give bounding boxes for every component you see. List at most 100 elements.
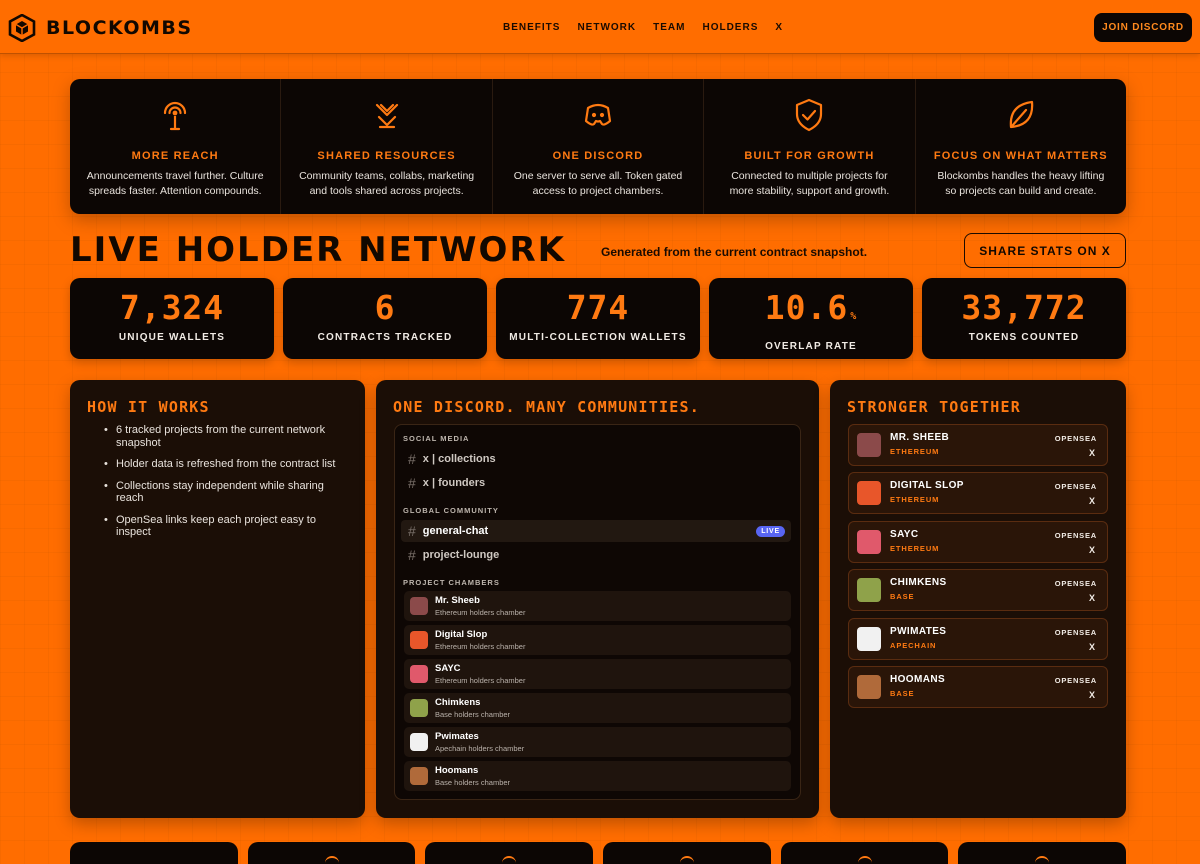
project-chain: ETHEREUM: [890, 495, 940, 504]
discord-panel: ONE DISCORD. MANY COMMUNITIES. SOCIAL ME…: [376, 380, 819, 818]
stat-label: TOKENS COUNTED: [968, 332, 1080, 343]
list-item: 6 tracked projects from the current netw…: [104, 424, 344, 449]
partial-card: [247, 842, 416, 864]
stat-card: 6 CONTRACTS TRACKED: [283, 278, 487, 359]
opensea-link[interactable]: OPENSEA: [1055, 434, 1097, 443]
chamber-name: Pwimates: [435, 731, 479, 742]
x-link[interactable]: X: [1089, 593, 1095, 603]
chamber-name: Digital Slop: [435, 629, 488, 640]
project-name: PWIMATES: [890, 626, 947, 637]
chamber-item[interactable]: SAYC Ethereum holders chamber: [404, 659, 791, 689]
x-link[interactable]: X: [1089, 496, 1095, 506]
nav-link-x[interactable]: X: [775, 22, 783, 33]
shield-check-icon: [796, 98, 823, 132]
project-card: SAYC ETHEREUM OPENSEA X: [848, 521, 1108, 563]
stat-card: 774 MULTI-COLLECTION WALLETS: [496, 278, 700, 359]
share-stats-button[interactable]: SHARE STATS ON X: [964, 233, 1126, 268]
x-link[interactable]: X: [1089, 545, 1095, 555]
chamber-item[interactable]: Hoomans Base holders chamber: [404, 761, 791, 791]
avatar: [857, 627, 881, 651]
benefit-title: MORE REACH: [131, 150, 219, 162]
x-link[interactable]: X: [1089, 642, 1095, 652]
partial-icon: [324, 856, 339, 864]
list-item: Collections stay independent while shari…: [104, 480, 344, 505]
avatar: [857, 578, 881, 602]
project-card: CHIMKENS BASE OPENSEA X: [848, 569, 1108, 611]
benefit-one-discord: ONE DISCORD One server to serve all. Tok…: [493, 79, 705, 214]
stat-value: 7,324: [70, 290, 274, 326]
project-chain: BASE: [890, 689, 915, 698]
hash-icon: #: [408, 547, 416, 563]
panel-title: ONE DISCORD. MANY COMMUNITIES.: [393, 398, 700, 416]
opensea-link[interactable]: OPENSEA: [1055, 628, 1097, 637]
avatar: [410, 631, 428, 649]
discord-mock: SOCIAL MEDIA # x | collections # x | found…: [394, 424, 801, 800]
nav-link-holders[interactable]: HOLDERS: [702, 22, 758, 33]
stat-label: CONTRACTS TRACKED: [317, 332, 453, 343]
project-name: MR. SHEEB: [890, 432, 950, 443]
brand-logo[interactable]: BLOCKOMBS: [8, 14, 193, 42]
section-label: PROJECT CHAMBERS: [403, 578, 500, 587]
benefit-desc: Community teams, collabs, marketing and …: [299, 170, 475, 197]
live-badge: LIVE: [756, 526, 785, 537]
project-card: MR. SHEEB ETHEREUM OPENSEA X: [848, 424, 1108, 466]
opensea-link[interactable]: OPENSEA: [1055, 676, 1097, 685]
chamber-sub: Ethereum holders chamber: [435, 676, 526, 685]
channel-x-founders[interactable]: # x | founders: [401, 472, 791, 494]
stat-number: 774: [566, 288, 630, 327]
x-link[interactable]: X: [1089, 690, 1095, 700]
partial-card: [603, 842, 771, 864]
section-label: SOCIAL MEDIA: [403, 434, 470, 443]
channel-general-chat[interactable]: # general-chat LIVE: [401, 520, 791, 542]
stat-number: 33,772: [961, 288, 1087, 327]
benefit-desc: Announcements travel further. Culture sp…: [86, 170, 264, 197]
chamber-item[interactable]: Chimkens Base holders chamber: [404, 693, 791, 723]
opensea-link[interactable]: OPENSEA: [1055, 579, 1097, 588]
list-item: OpenSea links keep each project easy to …: [104, 514, 344, 539]
opensea-link[interactable]: OPENSEA: [1055, 531, 1097, 540]
benefit-title: ONE DISCORD: [552, 150, 644, 162]
stat-number: 6: [374, 288, 396, 327]
leaf-icon: [1009, 100, 1034, 129]
stat-label: OVERLAP RATE: [765, 341, 857, 352]
project-chain: BASE: [890, 592, 915, 601]
nav-link-team[interactable]: TEAM: [653, 22, 685, 33]
project-card: HOOMANS BASE OPENSEA X: [848, 666, 1108, 708]
chamber-item[interactable]: Digital Slop Ethereum holders chamber: [404, 625, 791, 655]
chamber-sub: Apechain holders chamber: [435, 744, 525, 753]
project-name: DIGITAL SLOP: [890, 480, 964, 491]
chamber-item[interactable]: Pwimates Apechain holders chamber: [404, 727, 791, 757]
chamber-sub: Ethereum holders chamber: [435, 642, 526, 651]
partial-icon: [502, 856, 517, 864]
partial-card: [958, 842, 1127, 864]
stat-card: 7,324 UNIQUE WALLETS: [70, 278, 274, 359]
hash-icon: #: [408, 475, 416, 491]
chamber-sub: Ethereum holders chamber: [435, 608, 526, 617]
opensea-link[interactable]: OPENSEA: [1055, 482, 1097, 491]
chamber-name: Mr. Sheeb: [435, 595, 480, 606]
stat-value: 6: [283, 290, 487, 326]
benefit-desc: Blockombs handles the heavy lifting so p…: [937, 170, 1105, 197]
project-name: CHIMKENS: [890, 577, 947, 588]
channel-project-lounge[interactable]: # project-lounge: [401, 544, 791, 566]
channel-name: general-chat: [422, 525, 489, 537]
join-discord-button[interactable]: JOIN DISCORD: [1094, 13, 1192, 42]
benefits-strip: MORE REACH Announcements travel further.…: [70, 79, 1126, 214]
stat-value: 10.6%: [709, 290, 913, 335]
channel-name: x | founders: [422, 477, 486, 489]
nav-link-benefits[interactable]: BENEFITS: [503, 22, 560, 33]
partial-card: [70, 842, 238, 864]
chamber-item[interactable]: Mr. Sheeb Ethereum holders chamber: [404, 591, 791, 621]
broadcast-icon: [164, 101, 187, 131]
nav-link-network[interactable]: NETWORK: [577, 22, 636, 33]
stats-row: 7,324 UNIQUE WALLETS 6 CONTRACTS TRACKED…: [70, 278, 1126, 359]
x-link[interactable]: X: [1089, 448, 1095, 458]
benefit-shared-resources: SHARED RESOURCES Community teams, collab…: [281, 79, 493, 214]
project-chain: APECHAIN: [890, 641, 937, 650]
project-chain: ETHEREUM: [890, 447, 940, 456]
benefit-focus: FOCUS ON WHAT MATTERS Blockombs handles …: [916, 79, 1126, 214]
avatar: [410, 665, 428, 683]
stat-label: MULTI-COLLECTION WALLETS: [509, 332, 687, 343]
avatar: [857, 433, 881, 457]
channel-x-collections[interactable]: # x | collections: [401, 448, 791, 470]
